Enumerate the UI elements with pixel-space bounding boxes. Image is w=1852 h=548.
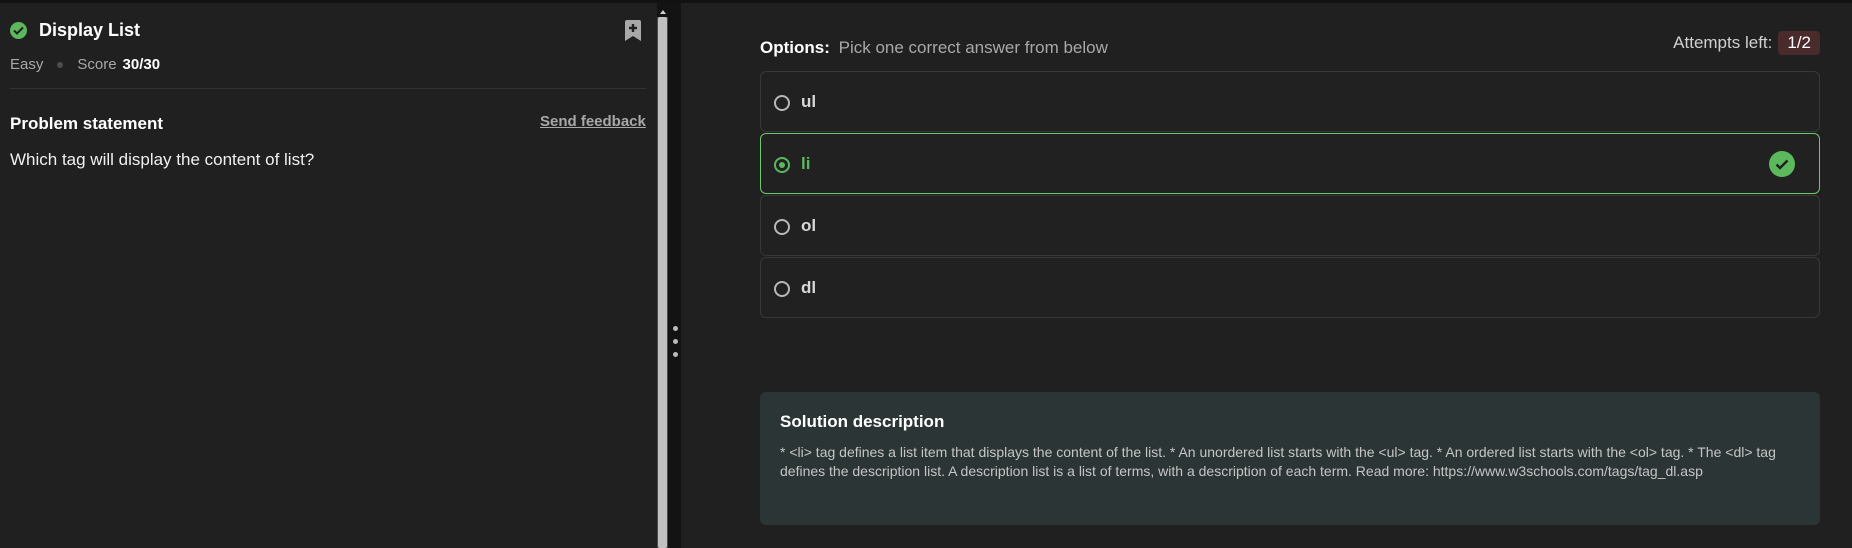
vertical-dots-icon <box>672 326 678 331</box>
difficulty-label: Easy <box>10 56 44 73</box>
attempts-badge: 1/2 <box>1778 31 1820 55</box>
attempts-indicator: Attempts left: 1/2 <box>1673 31 1820 55</box>
problem-panel: Display List Easy Score 30/30 Problem st… <box>0 3 657 548</box>
app-root: Display List Easy Score 30/30 Problem st… <box>0 0 1852 548</box>
resize-handle[interactable] <box>669 326 681 366</box>
divider <box>10 88 646 89</box>
option-label: ul <box>801 92 817 111</box>
radio-button[interactable] <box>774 157 790 173</box>
problem-title-row: Display List <box>10 20 140 41</box>
separator-dot <box>57 61 64 68</box>
radio-button[interactable] <box>774 219 790 235</box>
option-label: li <box>801 154 811 173</box>
option-ul[interactable]: ul <box>760 71 1820 132</box>
attempts-label: Attempts left: <box>1673 33 1773 52</box>
problem-title: Display List <box>39 20 141 40</box>
scrollbar-thumb[interactable] <box>658 17 667 548</box>
radio-button[interactable] <box>774 281 790 297</box>
solution-text: * <li> tag defines a list item that disp… <box>780 444 1776 479</box>
problem-meta: Easy Score 30/30 <box>10 56 160 73</box>
send-feedback-link[interactable]: Send feedback <box>540 113 646 130</box>
radio-button[interactable] <box>774 95 790 111</box>
option-label: ol <box>801 216 817 235</box>
solution-title: Solution description <box>780 412 945 431</box>
score-label: Score <box>77 56 117 73</box>
options-label: Options: <box>760 38 830 57</box>
answer-panel: Options: Pick one correct answer from be… <box>681 3 1852 548</box>
option-dl[interactable]: dl <box>760 257 1820 318</box>
statement-heading: Problem statement <box>10 114 164 133</box>
options-hint: Pick one correct answer from below <box>838 38 1108 57</box>
vertical-dots-icon <box>672 352 678 357</box>
options-header: Options: Pick one correct answer from be… <box>760 38 1108 58</box>
scroll-up-icon[interactable] <box>656 4 670 16</box>
solved-check-icon <box>10 22 27 39</box>
bookmark-add-icon[interactable] <box>623 20 643 42</box>
problem-statement: Which tag will display the content of li… <box>10 150 315 169</box>
check-circle-icon <box>1769 151 1795 177</box>
option-label: dl <box>801 278 817 297</box>
vertical-dots-icon <box>672 339 678 344</box>
score-value: 30/30 <box>122 56 161 73</box>
option-li[interactable]: li <box>760 133 1820 194</box>
radio-selected-dot <box>779 162 785 168</box>
solution-box: Solution description * <li> tag defines … <box>760 392 1820 525</box>
option-ol[interactable]: ol <box>760 195 1820 256</box>
